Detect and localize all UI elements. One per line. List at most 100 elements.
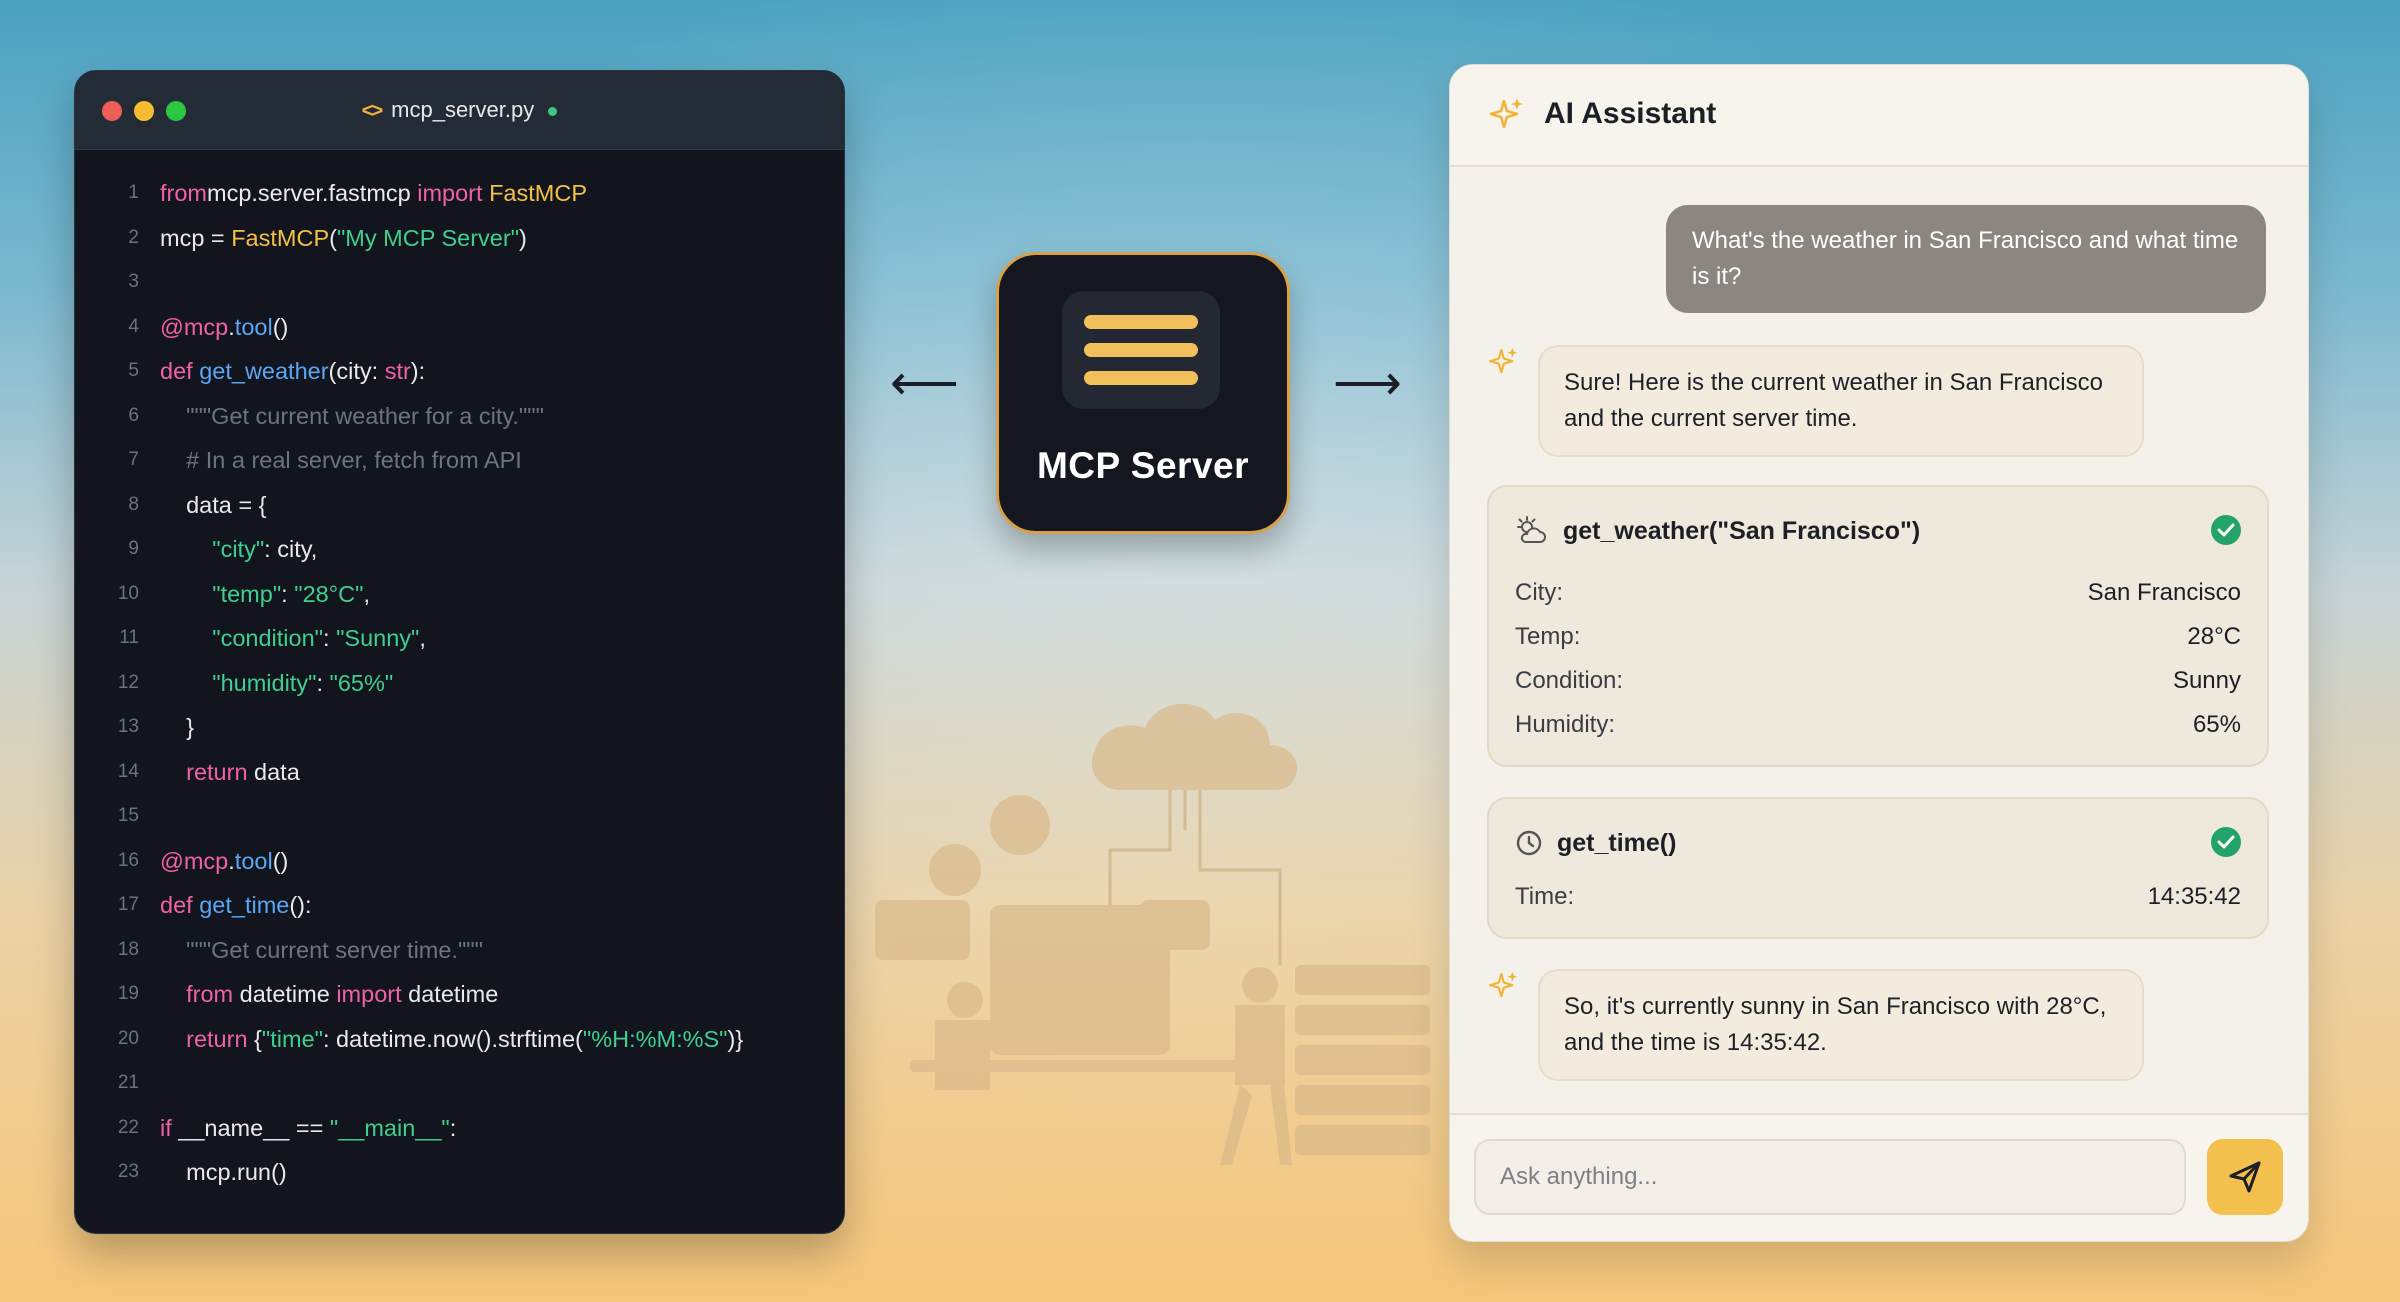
code-tag-icon [1140, 900, 1210, 950]
line-number: 11 [119, 627, 139, 648]
mcp-server-label: MCP Server [1036, 445, 1250, 486]
line-number: 16 [117, 849, 139, 871]
code-line: 23 mcp.run() [75, 1150, 844, 1194]
partly-cloudy-icon [1517, 516, 1546, 543]
assistant-message-bubble-final: So, it's currently sunny in San Francisc… [1538, 969, 2144, 1081]
sparkle-icon [1489, 98, 1523, 129]
line-number: 9 [128, 538, 139, 559]
code-text: """Get current weather for a city.""" [160, 402, 544, 429]
line-number: 17 [117, 894, 139, 915]
file-tab[interactable]: <> mcp_server.py [75, 97, 844, 123]
line-number: 12 [117, 671, 139, 693]
line-number: 22 [117, 1116, 139, 1138]
code-line: 13 } [75, 705, 844, 749]
code-text: @mcp.tool() [160, 847, 289, 874]
send-icon [2229, 1161, 2261, 1193]
person-left [947, 982, 983, 1018]
code-line: 8 data = { [75, 483, 844, 527]
person-right [1242, 967, 1278, 1003]
code-line: 17 def get_time(): [75, 883, 844, 927]
code-area[interactable]: 1 frommcp.server.fastmcp import FastMCP 2 m… [75, 149, 844, 1233]
code-text: @mcp.tool() [160, 313, 289, 340]
chat-title: AI Assistant [1544, 97, 1717, 130]
code-line: 5 def get_weather(city: str): [75, 349, 844, 393]
tool-row-time: Time: 14:35:42 [1515, 883, 2241, 910]
left-arrow-icon: ⟵ [890, 357, 959, 410]
assistant-message-bubble: Sure! Here is the current weather in San… [1538, 345, 2144, 457]
code-line: 9 "city": city, [75, 527, 844, 571]
user-message-bubble: What's the weather in San Francisco and … [1666, 205, 2266, 313]
clock-icon [1516, 830, 1542, 856]
code-line: 3 [75, 260, 844, 304]
line-number: 7 [128, 449, 139, 470]
ai-assistant-panel: AI Assistant What's the weather in San F… [1449, 64, 2309, 1242]
line-number: 1 [128, 182, 139, 203]
line-number: 3 [128, 271, 139, 292]
code-text: # In a real server, fetch from API [160, 447, 522, 473]
code-text: if __name__ == "__main__": [160, 1114, 457, 1141]
code-line: 2 mcp = FastMCP("My MCP Server") [75, 216, 844, 260]
line-number: 4 [128, 315, 139, 337]
code-text: "temp": "28°C", [212, 580, 370, 607]
code-line: 19 from datetime import datetime [75, 972, 844, 1016]
line-number: 8 [128, 493, 139, 515]
tool-card-header: get_time() [1515, 827, 2241, 861]
code-line: 15 [75, 794, 844, 838]
cloud-icon [1091, 703, 1298, 790]
code-line: 22 if __name__ == "__main__": [75, 1106, 844, 1150]
code-line: 10 "temp": "28°C", [75, 572, 844, 616]
right-arrow-icon: ⟶ [1333, 357, 1402, 410]
success-check-icon [2211, 827, 2241, 857]
tool-name: get_weather("San Francisco") [1563, 517, 1921, 545]
chat-bubble-icon [875, 900, 970, 960]
code-text: from datetime import datetime [186, 981, 499, 1007]
code-line: 16 @mcp.tool() [75, 839, 844, 883]
chat-input-bar [1450, 1113, 2308, 1241]
code-text: """Get current server time.""" [160, 936, 483, 963]
code-text: def get_weather(city: str): [160, 358, 426, 384]
file-tab-name: mcp_server.py [391, 97, 535, 122]
code-line: 14 return data [75, 750, 844, 794]
line-number: 13 [117, 716, 139, 737]
code-text: def get_time(): [160, 892, 312, 918]
code-text: mcp = FastMCP("My MCP Server") [160, 224, 527, 251]
line-number: 19 [117, 983, 139, 1004]
tool-name: get_time() [1557, 829, 1677, 857]
tool-card-header: get_weather("San Francisco") [1515, 515, 2241, 549]
code-text: data = { [160, 491, 267, 518]
assistant-avatar-icon [1489, 347, 1518, 374]
tool-result-card-time: get_time() Time: 14:35:42 [1487, 797, 2269, 939]
assistant-avatar-icon [1489, 971, 1518, 998]
line-number: 2 [128, 226, 139, 248]
line-number: 14 [117, 760, 139, 782]
code-editor-window: <> mcp_server.py 1 frommcp.server.fastmcp … [74, 70, 845, 1234]
line-number: 23 [117, 1161, 139, 1182]
server-stack-icon [1062, 291, 1220, 409]
line-number: 21 [117, 1072, 139, 1093]
code-line: 12 "humidity": "65%" [75, 661, 844, 705]
code-text: frommcp.server.fastmcp import FastMCP [160, 180, 588, 206]
tool-result-card-weather: get_weather("San Francisco") City: San Fr… [1487, 485, 2269, 767]
code-text: return {"time": datetime.now().strftime(… [186, 1025, 744, 1052]
mcp-server-card: MCP Server [996, 252, 1290, 534]
tool-row-condition: Condition: Sunny [1515, 667, 2241, 694]
code-line: 18 """Get current server time.""" [75, 928, 844, 972]
tool-row-temp: Temp: 28°C [1515, 623, 2241, 650]
code-line: 21 [75, 1061, 844, 1105]
send-button[interactable] [2207, 1139, 2283, 1215]
editor-titlebar: <> mcp_server.py [75, 71, 844, 150]
gear-icon-small [929, 844, 981, 896]
chat-input[interactable] [1474, 1139, 2186, 1215]
code-text: "city": city, [212, 536, 318, 562]
code-line: 1 frommcp.server.fastmcp import FastMCP [75, 171, 844, 215]
code-line: 7 # In a real server, fetch from API [75, 438, 844, 482]
code-line: 20 return {"time": datetime.now().strfti… [75, 1017, 844, 1061]
line-number: 5 [128, 360, 139, 381]
code-text: } [160, 714, 194, 740]
line-number: 20 [117, 1027, 139, 1049]
developers-illustration [875, 703, 1430, 1165]
success-check-icon [2211, 515, 2241, 545]
code-line: 11 "condition": "Sunny", [75, 616, 844, 660]
line-number: 10 [117, 582, 139, 604]
chat-header: AI Assistant [1450, 65, 2308, 167]
